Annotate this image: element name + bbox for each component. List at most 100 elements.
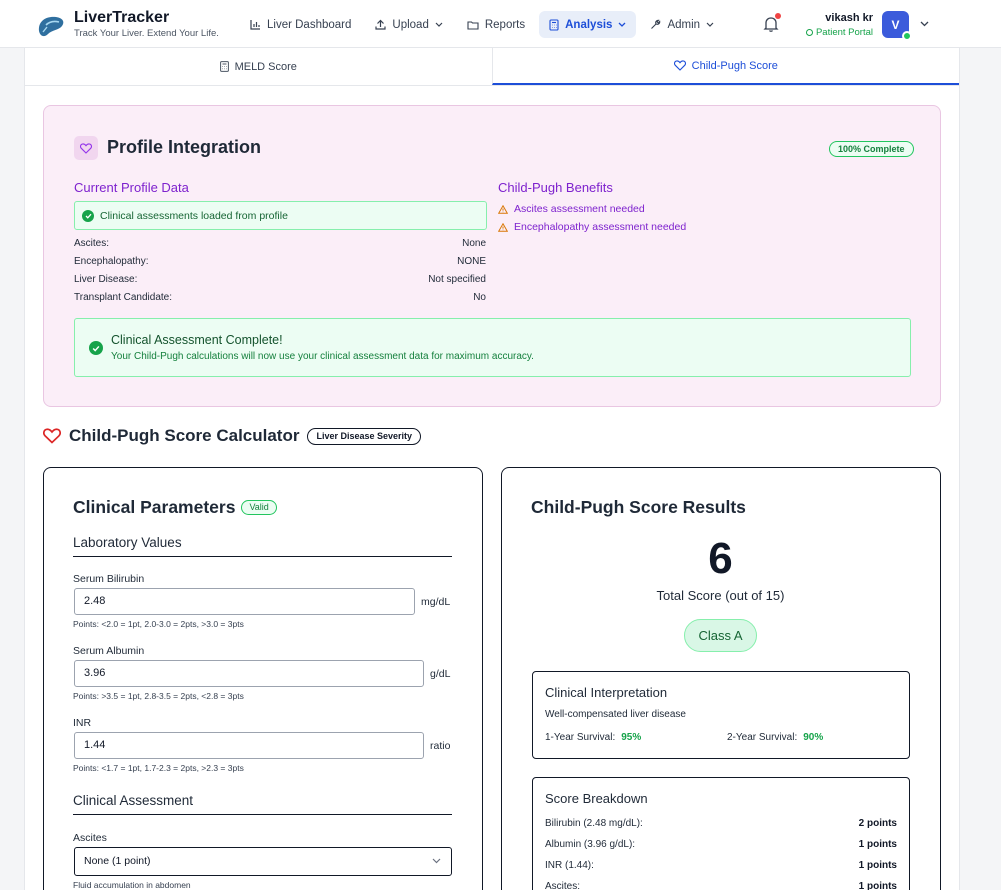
- nav-upload[interactable]: Upload: [365, 11, 452, 38]
- ascites-label: Ascites: [73, 832, 107, 844]
- survival-label: 1-Year Survival:: [545, 732, 616, 743]
- tab-meld-score[interactable]: MELD Score: [25, 48, 492, 85]
- survival-value: 95%: [621, 732, 642, 743]
- clinical-parameters-title: Clinical Parameters Valid: [73, 497, 277, 518]
- nav-label: Liver Dashboard: [267, 18, 352, 31]
- chevron-down-icon[interactable]: [920, 21, 929, 27]
- breakdown-label: Ascites:: [545, 881, 581, 890]
- user-name: vikash kr: [825, 12, 873, 24]
- valid-badge: Valid: [241, 500, 277, 515]
- row-label: Ascites:: [74, 238, 110, 249]
- nav-admin[interactable]: Admin: [640, 11, 724, 38]
- profile-row: Liver Disease: Not specified: [74, 274, 486, 285]
- breakdown-heading: Score Breakdown: [545, 791, 648, 806]
- chevron-down-icon: [618, 22, 626, 27]
- warning-icon: [498, 222, 508, 232]
- breakdown-row: Bilirubin (2.48 mg/dL): 2 points: [545, 818, 897, 829]
- bilirubin-input[interactable]: 2.48: [74, 588, 415, 615]
- wrench-icon: [651, 19, 661, 29]
- row-label: Transplant Candidate:: [74, 292, 173, 303]
- breakdown-row: INR (1.44): 1 points: [545, 860, 897, 871]
- portal-label: Patient Portal: [815, 27, 873, 38]
- albumin-input[interactable]: 3.96: [74, 660, 424, 687]
- row-value: Not specified: [428, 274, 486, 285]
- check-circle-icon: [89, 341, 103, 355]
- tab-label: Child-Pugh Score: [691, 59, 778, 72]
- user-info[interactable]: vikash kr Patient Portal: [800, 11, 873, 39]
- folder-icon: [467, 20, 479, 30]
- benefit-item: Encephalopathy assessment needed: [498, 221, 686, 233]
- check-circle-icon: [82, 209, 94, 222]
- row-label: Encephalopathy:: [74, 256, 149, 267]
- assessment-complete-alert: Clinical Assessment Complete! Your Child…: [74, 318, 911, 377]
- breakdown-row: Albumin (3.96 g/dL): 1 points: [545, 839, 897, 850]
- profile-integration-title: Profile Integration: [107, 137, 262, 157]
- warning-icon: [498, 204, 508, 214]
- calculator-icon: [219, 61, 229, 72]
- nav-reports[interactable]: Reports: [457, 11, 535, 38]
- results-card: Child-Pugh Score Results 6 Total Score (…: [501, 467, 941, 890]
- ascites-selected-value: None (1 point): [84, 855, 151, 867]
- app-name: LiverTracker: [74, 9, 170, 26]
- profile-row: Ascites: None: [74, 238, 486, 249]
- inr-hint: Points: <1.7 = 1pt, 1.7-2.3 = 2pts, >2.3…: [73, 763, 244, 773]
- results-title: Child-Pugh Score Results: [531, 497, 746, 517]
- survival-value: 90%: [803, 732, 824, 743]
- total-score-label: Total Score (out of 15): [656, 588, 785, 603]
- breakdown-label: Bilirubin (2.48 mg/dL):: [545, 818, 643, 829]
- breakdown-points: 2 points: [858, 818, 897, 829]
- profile-row: Encephalopathy: NONE: [74, 256, 486, 267]
- online-status-dot: [902, 31, 912, 41]
- nav-liver-dashboard[interactable]: Liver Dashboard: [240, 11, 361, 38]
- albumin-hint: Points: >3.5 = 1pt, 2.8-3.5 = 2pts, <2.8…: [73, 691, 244, 701]
- inr-input[interactable]: 1.44: [74, 732, 424, 759]
- tab-child-pugh-score[interactable]: Child-Pugh Score: [491, 48, 959, 85]
- bilirubin-hint: Points: <2.0 = 1pt, 2.0-3.0 = 2pts, >3.0…: [73, 619, 244, 629]
- chevron-down-icon: [432, 858, 441, 864]
- brand[interactable]: LiverTracker Track Your Liver. Extend Yo…: [36, 8, 219, 41]
- profile-integration-card: Profile Integration 100% Complete Curren…: [43, 105, 941, 407]
- clinical-assessment-heading: Clinical Assessment: [73, 793, 452, 815]
- bar-chart-icon: [250, 20, 260, 30]
- row-label: Liver Disease:: [74, 274, 138, 285]
- benefit-text: Encephalopathy assessment needed: [514, 221, 687, 233]
- albumin-unit: g/dL: [430, 668, 451, 680]
- inr-label: INR: [73, 717, 92, 729]
- row-value: No: [473, 292, 486, 303]
- benefit-item: Ascites assessment needed: [498, 203, 645, 215]
- breakdown-label: INR (1.44):: [545, 860, 594, 871]
- nav-label: Admin: [667, 18, 701, 31]
- class-badge: Class A: [684, 619, 757, 652]
- row-value: None: [462, 238, 486, 249]
- nav-analysis[interactable]: Analysis: [539, 11, 637, 38]
- survival-label: 2-Year Survival:: [727, 732, 798, 743]
- clinical-interpretation-box: Clinical Interpretation Well-compensated…: [532, 671, 910, 759]
- chevron-down-icon: [706, 22, 714, 27]
- breakdown-points: 1 points: [858, 839, 897, 850]
- nav-label: Upload: [392, 18, 429, 31]
- bilirubin-unit: mg/dL: [421, 596, 451, 608]
- one-year-survival: 1-Year Survival: 95%: [545, 732, 641, 743]
- circle-icon: [805, 29, 813, 36]
- params-title-text: Clinical Parameters: [73, 497, 236, 517]
- app-tagline: Track Your Liver. Extend Your Life.: [74, 28, 219, 39]
- profile-loaded-alert: Clinical assessments loaded from profile: [74, 201, 487, 230]
- severity-badge: Liver Disease Severity: [307, 427, 422, 445]
- ascites-select[interactable]: None (1 point): [74, 847, 452, 876]
- inr-unit: ratio: [430, 740, 451, 752]
- nav-label: Analysis: [565, 18, 613, 31]
- laboratory-values-heading: Laboratory Values: [73, 535, 452, 557]
- top-navbar: LiverTracker Track Your Liver. Extend Yo…: [0, 0, 1001, 48]
- heart-icon: [43, 428, 61, 444]
- assessment-complete-text: Your Child-Pugh calculations will now us…: [111, 351, 534, 362]
- interpretation-heading: Clinical Interpretation: [545, 685, 668, 700]
- assessment-complete-title: Clinical Assessment Complete!: [111, 333, 283, 347]
- heart-icon: [673, 60, 686, 71]
- user-portal: Patient Portal: [805, 26, 873, 39]
- tab-label: MELD Score: [234, 60, 297, 73]
- chevron-down-icon: [435, 22, 443, 27]
- nav-label: Reports: [484, 18, 526, 31]
- bilirubin-label: Serum Bilirubin: [73, 573, 145, 585]
- calculator-header: Child-Pugh Score Calculator Liver Diseas…: [43, 426, 422, 446]
- score-breakdown-box: Score Breakdown Bilirubin (2.48 mg/dL): 2…: [532, 777, 910, 890]
